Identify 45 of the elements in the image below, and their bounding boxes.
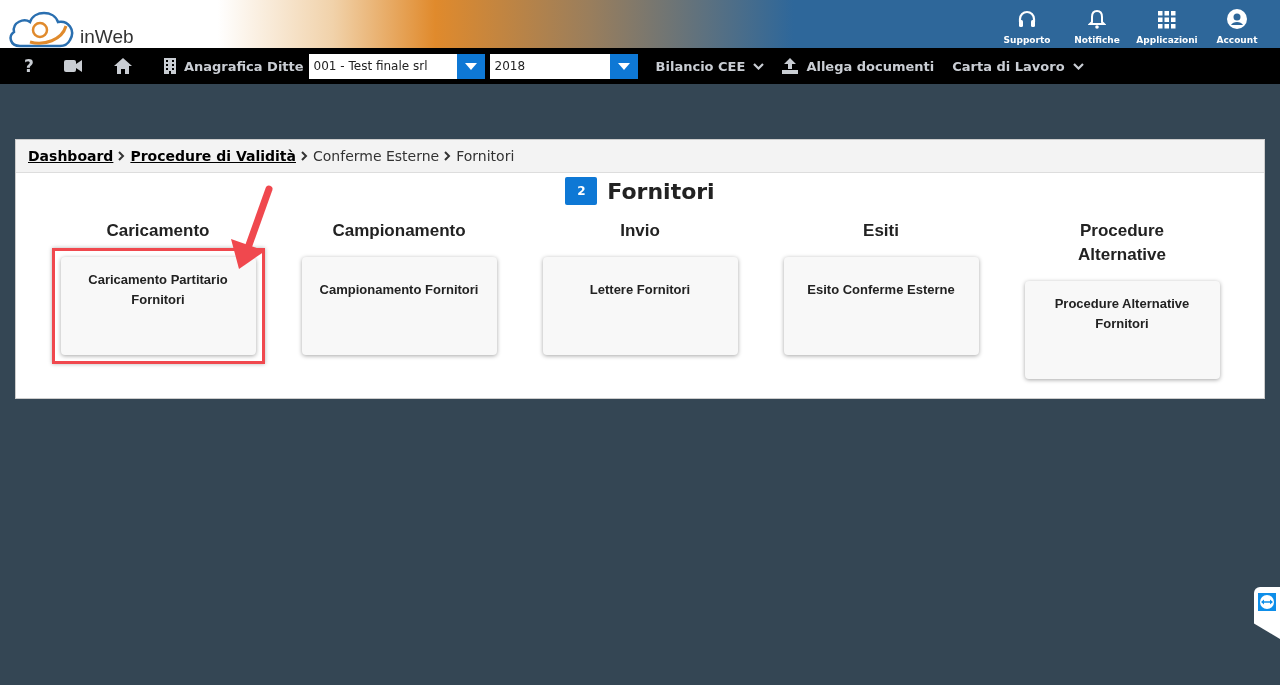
- breadcrumb-item: Fornitori: [456, 148, 515, 164]
- column-heading: Campionamento: [331, 220, 467, 242]
- headset-icon: [1017, 9, 1037, 29]
- column-heading: Invio: [619, 220, 661, 242]
- column-heading: Caricamento: [105, 220, 211, 242]
- header-action-button[interactable]: Applicazioni: [1132, 7, 1202, 48]
- column-heading: Esiti: [862, 220, 900, 242]
- caret-down-icon: [464, 62, 477, 70]
- header-action-button[interactable]: Account: [1202, 5, 1272, 48]
- header-action-button[interactable]: Supporto: [992, 5, 1062, 48]
- nav-menu-button[interactable]: Allega documenti: [782, 58, 935, 74]
- breadcrumb-link[interactable]: Dashboard: [28, 148, 114, 164]
- procedure-card[interactable]: Lettere Fornitori: [542, 257, 738, 355]
- chevron-down-icon: [1072, 62, 1084, 70]
- breadcrumb-link[interactable]: Procedure di Validità: [130, 148, 296, 164]
- count-badge: 2: [565, 177, 598, 205]
- column-heading: Procedure Alternative: [1077, 220, 1167, 266]
- chevron-down-icon: [753, 62, 765, 70]
- grid-icon: [1158, 11, 1176, 29]
- help-button[interactable]: ?: [24, 56, 34, 76]
- procedure-card[interactable]: Caricamento Partitario Fornitori: [60, 257, 256, 355]
- logo-text: inWeb: [80, 27, 134, 46]
- company-registry-button[interactable]: Anagrafica Ditte: [163, 58, 304, 74]
- building-icon: [163, 58, 176, 74]
- double-arrow-icon: [1258, 593, 1276, 611]
- header-action-button[interactable]: Notifiche: [1062, 5, 1132, 48]
- account-icon: [1227, 9, 1247, 29]
- nav-menu-button[interactable]: Bilancio CEE: [655, 58, 765, 74]
- chevron-right-icon: [118, 151, 126, 161]
- procedure-card[interactable]: Campionamento Fornitori: [301, 257, 497, 355]
- video-camera-icon[interactable]: [63, 60, 82, 72]
- company-select[interactable]: 001 - Test finale srl: [308, 53, 485, 79]
- bell-icon: [1088, 9, 1106, 29]
- page-title: Fornitori: [607, 178, 715, 204]
- breadcrumb-item: Conferme Esterne: [313, 148, 440, 164]
- home-icon[interactable]: [113, 58, 132, 74]
- nav-menu-button[interactable]: Carta di Lavoro: [952, 58, 1084, 74]
- year-select[interactable]: 2018: [489, 53, 638, 79]
- procedure-card[interactable]: Esito Conferme Esterne: [783, 257, 979, 355]
- upload-icon: [782, 58, 799, 74]
- remote-support-tab[interactable]: [1254, 587, 1280, 639]
- procedure-card[interactable]: Procedure Alternative Fornitori: [1024, 281, 1220, 379]
- caret-down-icon: [617, 62, 630, 70]
- chevron-right-icon: [444, 151, 452, 161]
- chevron-right-icon: [301, 151, 308, 161]
